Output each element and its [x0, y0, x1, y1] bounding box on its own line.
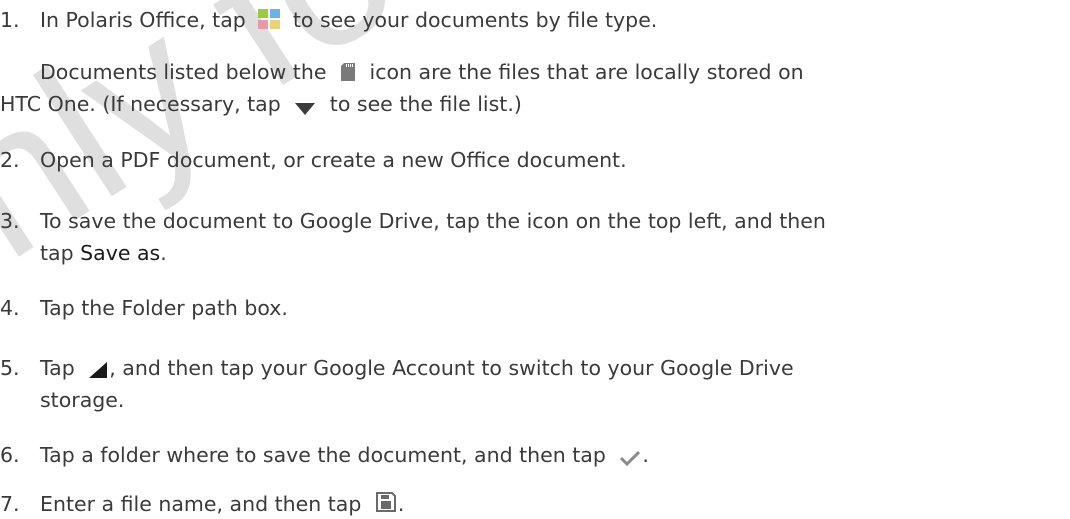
step-number: 4.	[0, 296, 20, 320]
watermark-text-top: Only for certification	[0, 0, 1070, 385]
step-number: 5.	[0, 356, 20, 380]
step-number: 6.	[0, 443, 20, 467]
note-text: HTC One. (If necessary, tap	[0, 92, 281, 116]
step-text: To save the document to Google Drive, ta…	[40, 209, 826, 233]
checkmark-icon	[620, 446, 641, 467]
step-text: Enter a file name, and then tap	[40, 492, 362, 516]
step-text: tap	[40, 241, 74, 265]
note-text: icon are the files that are locally stor…	[369, 60, 804, 84]
step-text: Tap a folder where to save the document,…	[40, 443, 606, 467]
triangle-down-icon	[295, 96, 316, 115]
step-text: Tap the Folder path box.	[40, 296, 288, 320]
step-text: storage.	[40, 388, 125, 412]
step-text: In Polaris Office, tap	[40, 8, 246, 32]
step-text: Tap	[40, 356, 75, 380]
save-icon	[375, 492, 396, 512]
step-text: .	[397, 492, 405, 516]
note-text: to see the file list.)	[329, 92, 522, 116]
step-text: Open a PDF document, or create a new Off…	[40, 148, 627, 172]
save-as-label: Save as	[80, 241, 161, 265]
step-number: 7.	[0, 492, 20, 516]
step-number: 2.	[0, 148, 20, 172]
step-number: 1.	[0, 8, 20, 32]
sd-card-icon	[340, 61, 355, 81]
step-text: , and then tap your Google Account to sw…	[109, 356, 794, 380]
note-text: Documents listed below the	[40, 60, 327, 84]
corner-triangle-icon	[89, 358, 108, 378]
step-number: 3.	[0, 209, 20, 233]
step-text: .	[642, 443, 649, 467]
step-text: .	[160, 241, 167, 265]
step-text: to see your documents by file type.	[292, 8, 658, 32]
file-type-grid-icon	[258, 9, 281, 29]
